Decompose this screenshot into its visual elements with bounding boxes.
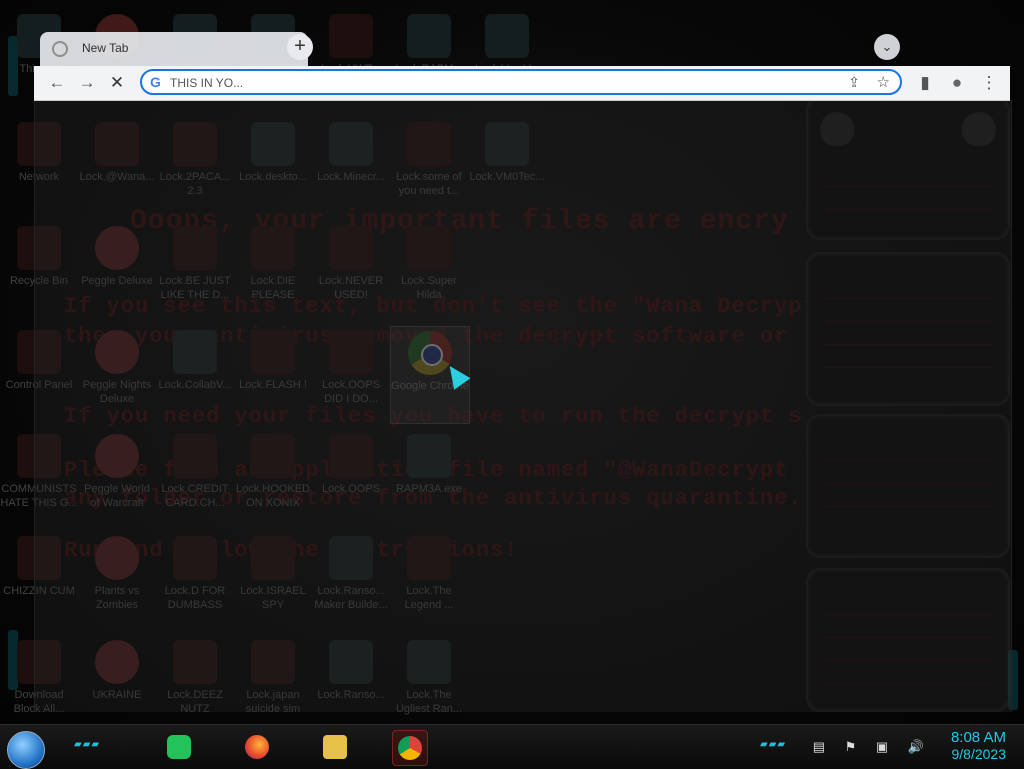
back-button[interactable]: ←	[44, 70, 70, 96]
system-tray-icons[interactable]: ▤ ⚑ ▣ 🔊	[813, 739, 932, 755]
bookmark-star-icon[interactable]: ☆	[877, 73, 890, 91]
chrome-icon	[398, 736, 422, 760]
firefox-icon	[245, 735, 269, 759]
tab-strip: New Tab × + ⌄	[34, 30, 1010, 66]
forward-button[interactable]: →	[74, 70, 100, 96]
taskbar-app-chrome[interactable]	[392, 730, 428, 766]
address-input[interactable]	[168, 73, 812, 93]
new-tab-button[interactable]: +	[287, 34, 313, 60]
tab-new-tab[interactable]: New Tab ×	[40, 32, 308, 66]
start-button[interactable]	[7, 731, 45, 769]
side-panel-button[interactable]: ▮	[912, 70, 938, 96]
profile-button[interactable]: ●	[944, 70, 970, 96]
taskbar-decoration: ▰▰▰	[74, 739, 101, 750]
taskbar-app-explorer[interactable]	[318, 730, 352, 764]
address-bar[interactable]: G ⇪ ☆	[140, 69, 902, 95]
clock-date: 9/8/2023	[951, 746, 1007, 762]
taskbar-app-notes[interactable]	[162, 730, 196, 764]
globe-icon	[52, 41, 68, 57]
folder-icon	[323, 735, 347, 759]
taskbar-decoration: ▰▰▰	[760, 739, 787, 750]
taskbar: ▰▰▰ ▰▰▰ ▤ ⚑ ▣ 🔊 8:08 AM 9/8/2023	[0, 724, 1024, 769]
google-g-icon: G	[150, 74, 161, 90]
clock[interactable]: 8:08 AM 9/8/2023	[951, 729, 1006, 762]
browser-page-area[interactable]	[34, 100, 1012, 712]
chrome-window: New Tab × + ⌄ ← → ✕ G ⇪ ☆ ▮ ● ⋮	[34, 30, 1010, 101]
notes-icon	[167, 735, 191, 759]
taskbar-app-firefox[interactable]	[240, 730, 274, 764]
stop-button[interactable]: ✕	[104, 70, 130, 96]
tab-search-button[interactable]: ⌄	[874, 34, 900, 60]
menu-button[interactable]: ⋮	[976, 70, 1002, 96]
clock-time: 8:08 AM	[950, 729, 1006, 746]
share-icon[interactable]: ⇪	[848, 74, 860, 91]
browser-toolbar: ← → ✕ G ⇪ ☆ ▮ ● ⋮	[34, 66, 1010, 101]
tab-title: New Tab	[82, 41, 129, 55]
